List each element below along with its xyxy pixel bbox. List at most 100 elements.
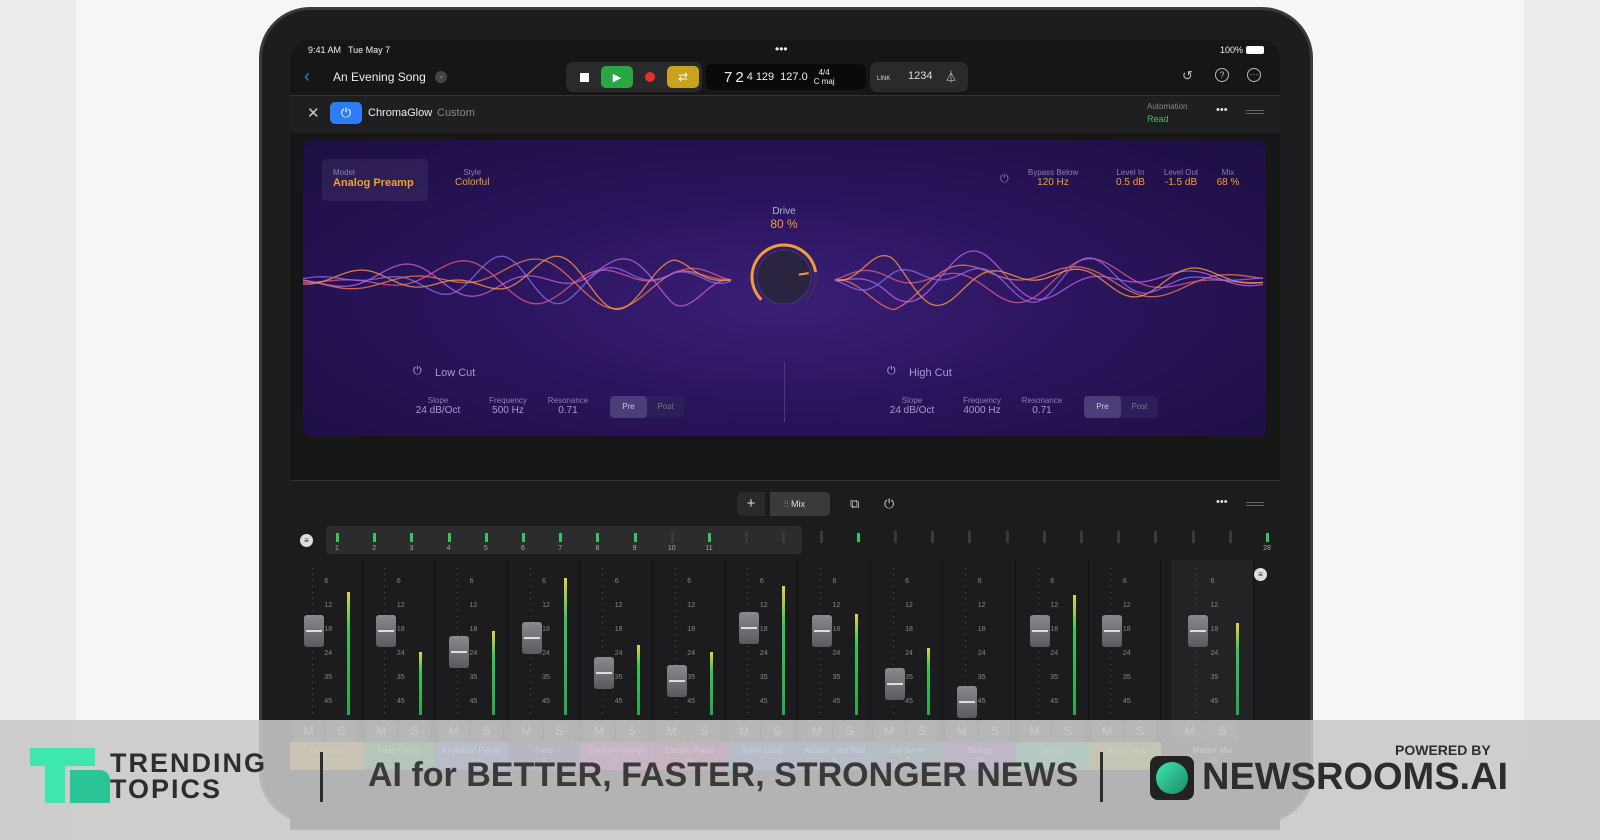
low_cut-frequency-value[interactable]: 500 Hz xyxy=(478,405,538,416)
scale-label: 45 xyxy=(1210,698,1219,705)
volume-fader[interactable] xyxy=(594,656,615,689)
scale-label: 12 xyxy=(542,602,550,609)
drive-knob[interactable] xyxy=(748,241,820,313)
low_cut-post-option[interactable]: Post xyxy=(647,396,684,418)
power-icon[interactable]: ⏻ xyxy=(884,496,894,512)
record-button[interactable] xyxy=(634,66,666,88)
scale-label: 24 xyxy=(1210,650,1219,657)
battery-icon xyxy=(1246,46,1264,54)
help-icon[interactable]: ? xyxy=(1215,68,1229,82)
partner-name: NEWSROOMS.AI xyxy=(1202,756,1509,798)
level-in-value[interactable]: 0.5 dB xyxy=(1108,177,1153,188)
cycle-button[interactable]: ⇄ xyxy=(667,66,699,88)
model-selector[interactable]: Model Analog Preamp xyxy=(322,159,428,201)
overview-meter xyxy=(1005,531,1009,543)
chevron-down-icon[interactable]: ⌄ xyxy=(435,71,447,83)
volume-fader[interactable] xyxy=(376,614,397,647)
volume-fader[interactable] xyxy=(1029,614,1050,647)
scale-label: 18 xyxy=(469,626,478,633)
automation-label: Automation xyxy=(1147,102,1188,111)
level-meter xyxy=(491,631,495,715)
play-button[interactable]: ▶ xyxy=(601,66,633,88)
high_cut-power-icon[interactable]: ⏻ xyxy=(887,365,896,378)
brand-line-1: TRENDING xyxy=(110,748,267,778)
volume-fader[interactable] xyxy=(957,686,978,719)
plugin-power-button[interactable]: ⏻ xyxy=(330,102,362,124)
bypass-value[interactable]: 120 Hz xyxy=(1023,177,1083,188)
volume-fader[interactable] xyxy=(303,614,324,647)
level-out-value[interactable]: -1.5 dB xyxy=(1156,177,1206,188)
low_cut-slope-value[interactable]: 24 dB/Oct xyxy=(398,405,478,416)
low_cut-pre-option[interactable]: Pre xyxy=(610,396,647,418)
high_cut-pre-option[interactable]: Pre xyxy=(1084,396,1121,418)
scale-label: 45 xyxy=(1122,698,1131,705)
high_cut-resonance-label: Resonance xyxy=(1021,396,1063,405)
mixer-more-icon[interactable]: ••• xyxy=(1216,496,1228,508)
add-track-icon[interactable]: + xyxy=(737,492,765,516)
news-banner: TRENDING TOPICS AI for BETTER, FASTER, ST… xyxy=(0,720,1600,840)
stop-button[interactable] xyxy=(568,66,600,88)
low_cut-resonance-value[interactable]: 0.71 xyxy=(538,405,598,416)
newsrooms-logo xyxy=(1150,756,1194,800)
scale-label: 45 xyxy=(687,698,696,705)
high_cut-slope-value[interactable]: 24 dB/Oct xyxy=(872,405,952,416)
plugin-name: ChromaGlow xyxy=(368,107,433,119)
scale-label: 24 xyxy=(542,650,550,657)
low_cut-power-icon[interactable]: ⏻ xyxy=(413,365,422,378)
scale-label: 35 xyxy=(542,674,550,681)
volume-fader[interactable] xyxy=(1187,614,1208,647)
trending-topics-logo xyxy=(30,748,110,803)
volume-fader[interactable] xyxy=(739,612,760,644)
scale-label: 45 xyxy=(542,698,550,705)
banner-tagline: AI for BETTER, FASTER, STRONGER NEWS xyxy=(368,756,1079,794)
scale-label: 6 xyxy=(1050,578,1055,585)
song-title[interactable]: An Evening Song xyxy=(333,70,426,84)
overview-meter xyxy=(1080,531,1083,543)
history-icon[interactable]: ↺ xyxy=(1182,68,1193,84)
scale-label: 18 xyxy=(324,626,333,633)
overview-meter xyxy=(1228,531,1232,543)
high_cut-title: High Cut xyxy=(909,367,952,379)
high_cut-resonance-value[interactable]: 0.71 xyxy=(1012,405,1072,416)
volume-fader[interactable] xyxy=(448,635,469,668)
lcd-bar: 7 xyxy=(724,68,733,86)
mix-view-button[interactable]: ⫶⫶ Mix xyxy=(770,492,830,516)
volume-fader[interactable] xyxy=(811,614,832,647)
volume-fader[interactable] xyxy=(884,668,905,700)
mixer-drag-handle-icon[interactable] xyxy=(1246,502,1264,506)
plugin-more-icon[interactable]: ••• xyxy=(1216,104,1228,116)
scale-label: 24 xyxy=(469,650,478,657)
scale-label: 35 xyxy=(1210,674,1219,681)
stop-icon xyxy=(579,72,589,82)
low_cut-pre-post-toggle[interactable]: Pre Post xyxy=(610,396,684,418)
volume-fader[interactable] xyxy=(666,665,687,698)
drag-handle-icon[interactable] xyxy=(1246,110,1264,114)
scale-label: 45 xyxy=(396,698,405,705)
metronome-icon[interactable]: ⏃ xyxy=(945,68,957,85)
more-icon[interactable]: ··· xyxy=(1247,68,1261,82)
style-value[interactable]: Colorful xyxy=(455,177,489,188)
count-in-button[interactable]: 1234 xyxy=(908,70,932,82)
link-button[interactable]: LINK xyxy=(877,76,890,82)
close-icon[interactable]: ✕ xyxy=(307,104,320,122)
plugin-preset[interactable]: Custom xyxy=(437,107,475,119)
filter-icon[interactable]: ≡ xyxy=(300,534,313,547)
copy-icon[interactable]: ⧉ xyxy=(850,496,859,512)
overview-meter xyxy=(856,533,860,542)
high_cut-pre-post-toggle[interactable]: Pre Post xyxy=(1084,396,1158,418)
volume-fader[interactable] xyxy=(1102,614,1123,647)
high_cut-post-option[interactable]: Post xyxy=(1121,396,1158,418)
volume-fader[interactable] xyxy=(521,621,542,654)
level-meter xyxy=(782,586,786,715)
automation-mode[interactable]: Read xyxy=(1147,114,1169,124)
level-meter xyxy=(927,647,931,715)
master-filter-icon[interactable]: ≡ xyxy=(1254,568,1267,581)
overview-meter xyxy=(1042,531,1046,543)
high_cut-frequency-value[interactable]: 4000 Hz xyxy=(952,405,1012,416)
lcd-signature: 4/4 xyxy=(818,68,830,77)
lcd-display[interactable]: 7 2 4 129 127.0 4/4 C maj xyxy=(706,64,866,90)
bypass-power-icon[interactable]: ⏻ xyxy=(1000,173,1009,186)
multitask-dots-icon[interactable]: ••• xyxy=(775,42,788,56)
mix-value[interactable]: 68 % xyxy=(1208,177,1248,188)
back-chevron-icon[interactable]: ‹ xyxy=(304,66,310,87)
